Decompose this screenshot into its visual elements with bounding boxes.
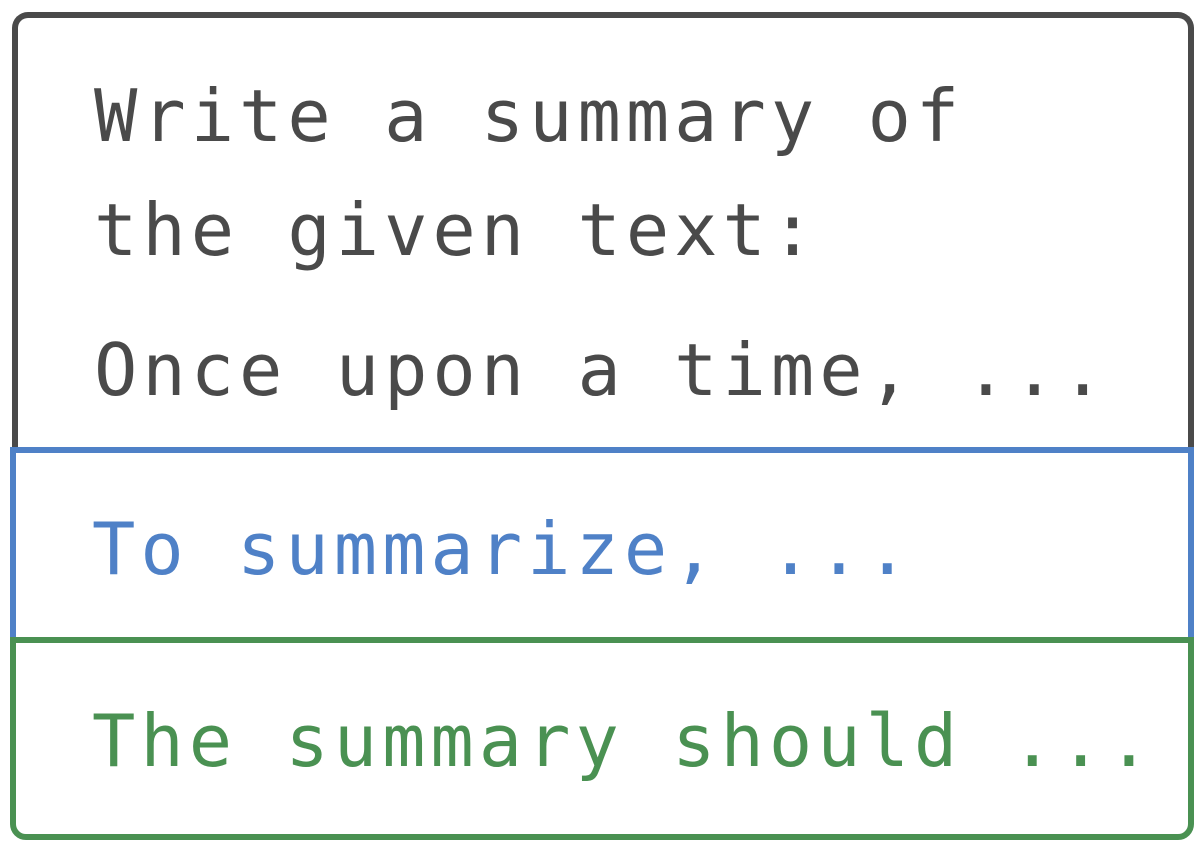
- instruction-line-2: the given text:: [94, 188, 820, 272]
- prompt-diagram: Write a summary of the given text: Once …: [0, 0, 1196, 846]
- response-text: To summarize, ...: [92, 507, 914, 591]
- response-box: To summarize, ...: [10, 447, 1194, 643]
- constraint-text: The summary should ...: [92, 699, 1156, 783]
- instruction-box: Write a summary of the given text: Once …: [12, 12, 1194, 457]
- input-text-line: Once upon a time, ...: [94, 328, 1110, 412]
- instruction-line-1: Write a summary of: [94, 74, 965, 158]
- constraint-box: The summary should ...: [10, 637, 1194, 840]
